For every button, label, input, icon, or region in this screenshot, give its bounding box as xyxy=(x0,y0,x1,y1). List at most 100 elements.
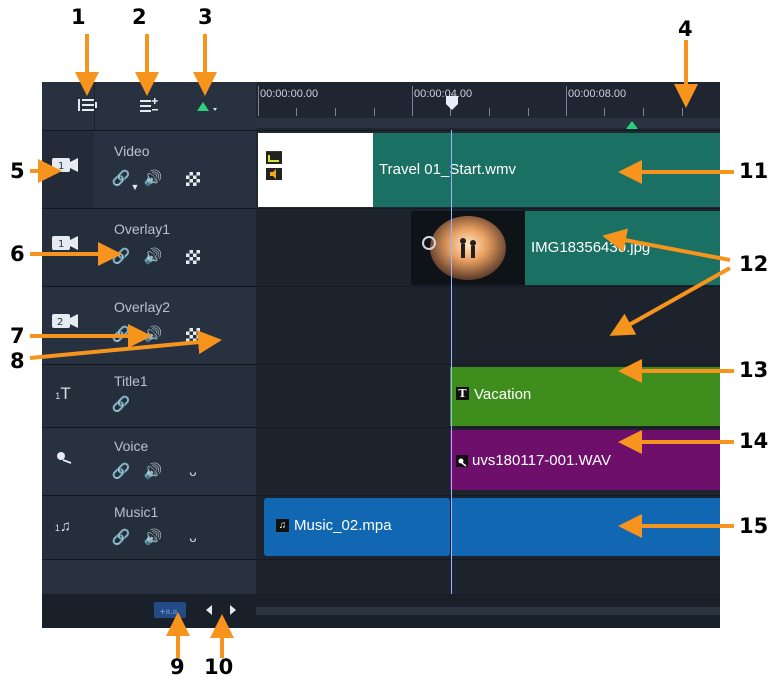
track-header-music1[interactable]: 1♫ Music1 🔗 🔊 ᴗ xyxy=(42,495,256,559)
scroll-left-button[interactable] xyxy=(202,601,216,619)
track-header-video[interactable]: 1 Video 🔗 ▼ 🔊 xyxy=(42,130,256,209)
lane-overlay2[interactable] xyxy=(256,286,720,364)
mute-toggle-icon[interactable]: 🔊 xyxy=(142,462,164,482)
link-icon[interactable]: 🔗 xyxy=(110,395,132,415)
transparency-toggle-icon[interactable] xyxy=(182,247,204,267)
callout-number: 15 xyxy=(739,514,769,538)
callout-number: 7 xyxy=(10,324,25,348)
track-header-column: 1 Video 🔗 ▼ 🔊 1 Overlay1 🔗 🔊 2 Overlay2 … xyxy=(42,82,256,594)
callout-number: 6 xyxy=(10,242,25,266)
minor-tick xyxy=(643,108,644,116)
playhead-line xyxy=(451,130,452,594)
add-track-icon xyxy=(140,98,158,112)
track-name: Overlay1 xyxy=(114,221,171,237)
microphone-icon xyxy=(456,455,468,467)
title-clip[interactable]: T Vacation xyxy=(450,367,720,426)
green-marker-icon xyxy=(197,102,217,111)
music-note-icon: ♫ xyxy=(276,519,289,532)
lane-voice[interactable]: uvs180117-001.WAV xyxy=(256,427,720,495)
add-track-button[interactable] xyxy=(140,97,162,115)
lane-title1[interactable]: T Vacation xyxy=(256,364,720,427)
transition-clip[interactable] xyxy=(258,133,373,207)
minor-tick xyxy=(489,108,490,116)
svg-text:+ıı.ıı: +ıı.ıı xyxy=(159,607,177,616)
title-track-icon: 1T xyxy=(55,384,71,403)
transparency-toggle-icon[interactable] xyxy=(182,325,204,345)
audio-ducking-icon[interactable]: ᴗ xyxy=(182,462,204,482)
music-clip-continued[interactable] xyxy=(452,498,720,556)
timecode-label: 00:00:08.00 xyxy=(568,88,627,100)
empty-track-slot xyxy=(42,559,256,594)
link-icon[interactable]: 🔗 xyxy=(110,462,132,482)
track-name: Video xyxy=(114,143,150,159)
timeline-toolbar xyxy=(42,82,256,130)
overlay1-track-icon: 1 xyxy=(50,233,80,255)
time-ruler[interactable]: 00:00:00.00 00:00:04.00 00:00:08.00 xyxy=(256,82,720,130)
music-clip[interactable]: ♫ Music_02.mpa xyxy=(264,498,450,556)
callout-number: 12 xyxy=(739,252,769,276)
timecode-label: 00:00:00.00 xyxy=(260,88,319,100)
link-icon[interactable]: 🔗 xyxy=(110,325,132,345)
track-name: Music1 xyxy=(114,504,159,520)
clip-label: IMG18356430.jpg xyxy=(531,239,651,256)
timeline-bottom-bar: +ıı.ıı xyxy=(42,594,720,628)
track-header-voice[interactable]: Voice 🔗 🔊 ᴗ xyxy=(42,427,256,495)
scroll-right-button[interactable] xyxy=(226,601,240,619)
clip-label: Travel 01_Start.wmv xyxy=(379,161,516,178)
track-manager-button[interactable] xyxy=(78,97,98,115)
video-clip[interactable]: Travel 01_Start.wmv xyxy=(373,133,720,207)
link-icon[interactable]: 🔗 xyxy=(110,528,132,548)
minor-tick xyxy=(296,108,297,116)
lane-music1[interactable]: ♫ Music_02.mpa xyxy=(256,495,720,559)
playhead-handle[interactable] xyxy=(445,95,459,111)
overlay-thumbnail xyxy=(411,211,525,285)
major-tick xyxy=(566,86,567,116)
callout-number: 9 xyxy=(170,655,185,679)
callout-number: 3 xyxy=(198,5,213,29)
callout-number: 10 xyxy=(204,655,234,679)
overlay2-track-icon: 2 xyxy=(50,311,80,333)
major-tick xyxy=(258,86,259,116)
lane-video[interactable]: Travel 01_Start.wmv xyxy=(256,130,720,208)
callout-number: 5 xyxy=(10,159,25,183)
transparency-toggle-icon[interactable] xyxy=(182,169,204,189)
callout-number: 4 xyxy=(678,17,693,41)
lane-empty xyxy=(256,559,720,594)
track-header-overlay2[interactable]: 2 Overlay2 🔗 🔊 xyxy=(42,286,256,364)
mute-toggle-icon[interactable]: 🔊 xyxy=(142,169,164,189)
track-header-title1[interactable]: 1T Title1 🔗 xyxy=(42,364,256,427)
svg-text:1: 1 xyxy=(58,161,64,172)
track-name: Overlay2 xyxy=(114,299,171,315)
clip-label: Music_02.mpa xyxy=(294,517,392,534)
callout-number: 8 xyxy=(10,349,25,373)
speaker-icon xyxy=(266,167,282,180)
lane-overlay1[interactable]: IMG18356430.jpg xyxy=(256,208,720,286)
callout-number: 2 xyxy=(132,5,147,29)
overlay-clip[interactable]: IMG18356430.jpg xyxy=(411,211,720,285)
svg-text:2: 2 xyxy=(57,317,63,328)
chapter-marker-icon[interactable] xyxy=(626,117,638,129)
track-name: Voice xyxy=(114,438,149,454)
transition-icon xyxy=(266,151,282,164)
callout-number: 14 xyxy=(739,429,769,453)
mute-toggle-icon[interactable]: 🔊 xyxy=(142,528,164,548)
music-track-icon: 1♫ xyxy=(54,518,72,535)
marker-dropdown-button[interactable] xyxy=(196,99,222,115)
horizontal-scrollbar[interactable] xyxy=(256,607,720,615)
chevron-right-icon xyxy=(230,605,236,615)
clip-label: uvs180117-001.WAV xyxy=(472,452,611,469)
ruler-scrub-strip[interactable] xyxy=(256,118,720,128)
mute-toggle-icon[interactable]: 🔊 xyxy=(142,325,164,345)
audio-ducking-icon[interactable]: ᴗ xyxy=(182,528,204,548)
voice-clip[interactable]: uvs180117-001.WAV xyxy=(450,430,720,490)
callout-number: 11 xyxy=(739,159,769,183)
track-manager-icon xyxy=(78,99,97,111)
mute-toggle-icon[interactable]: 🔊 xyxy=(142,247,164,267)
callout-number: 1 xyxy=(71,5,86,29)
link-icon[interactable]: 🔗 xyxy=(110,247,132,267)
chevron-left-icon xyxy=(206,605,212,615)
track-header-overlay1[interactable]: 1 Overlay1 🔗 🔊 xyxy=(42,208,256,286)
fit-to-window-button[interactable]: +ıı.ıı xyxy=(154,602,186,618)
timeline-lanes: Travel 01_Start.wmv IMG18356430.jpg T Va… xyxy=(256,130,720,594)
minor-tick xyxy=(528,108,529,116)
